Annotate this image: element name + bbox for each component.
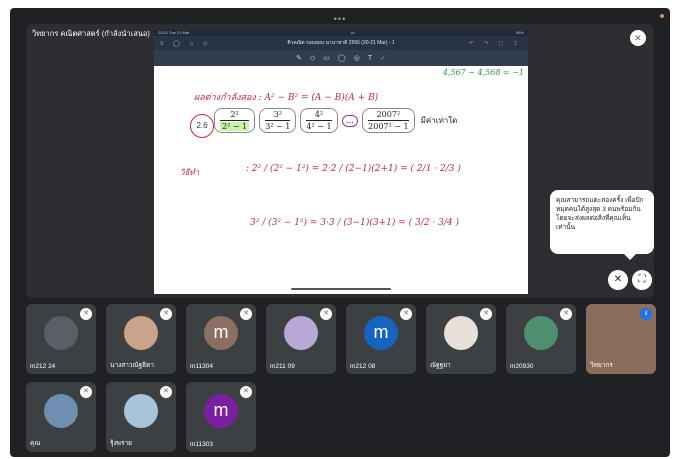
mic-off-icon: ✕: [80, 308, 92, 320]
mic-off-icon: ✕: [160, 308, 172, 320]
notes-nav-icons: ≡ ◯ ⌂ ◇: [160, 40, 212, 47]
color-icon: ✓: [380, 55, 386, 62]
avatar: [44, 316, 78, 351]
avatar: [444, 316, 478, 351]
mic-off-icon: ✕: [400, 308, 412, 320]
participant-name: วิทยากร: [590, 362, 613, 369]
participant-name: m20930: [510, 363, 534, 370]
fraction-1-num: 2²: [230, 110, 239, 119]
problem-expression: 2² 2² − 1 3² 3² − 1 4² 4² − 1 ... 2007² 2007…: [214, 108, 457, 133]
participant-tile[interactable]: ✕ m212 24: [26, 304, 96, 374]
mic-off-icon: ✕: [480, 308, 492, 320]
avatar: [44, 394, 78, 429]
notes-toolbar: ✎ ◇ ▭ ◯ ◎ T ✓: [154, 50, 528, 66]
window-dots[interactable]: •••: [10, 14, 670, 24]
solution-label: วิธีทำ: [180, 168, 200, 177]
avatar: m: [204, 394, 238, 429]
notes-title: ติวคณิต รอบสอบ นานาชาติ 2566 (20-21 Mar)…: [287, 40, 395, 46]
participant-tile[interactable]: m ✕ m11303: [186, 382, 256, 452]
participant-tile[interactable]: m ✕ m212 08: [346, 304, 416, 374]
shape-icon: ◎: [353, 55, 360, 62]
fraction-3-num: 4²: [314, 110, 324, 119]
participant-name: รุ้งพราย: [110, 440, 132, 447]
participant-tile[interactable]: ✕ ณัฐฐยา: [426, 304, 496, 374]
mic-off-icon: ✕: [80, 386, 92, 398]
recording-indicator: [660, 14, 664, 18]
fraction-3-den: 4² − 1: [306, 122, 332, 131]
presentation-tile[interactable]: วิทยากร คณิตศาสตร์ (กำลังนำเสนอ) ✕ 20:21…: [26, 24, 654, 298]
handwritten-note: 4,567 − 4,568 = −1: [442, 68, 524, 77]
fraction-2-num: 3²: [273, 110, 282, 119]
participant-tile[interactable]: ✕ รุ้งพราย: [106, 382, 176, 452]
avatar: [124, 394, 158, 429]
whiteboard-canvas: 4,567 − 4,568 = −1 ผลต่างกำลังสอง : A² −…: [154, 66, 528, 294]
avatar: m: [204, 316, 238, 351]
fraction-3: 4² 4² − 1: [300, 108, 338, 133]
meeting-window: ••• วิทยากร คณิตศาสตร์ (กำลังนำเสนอ) ✕ 2…: [10, 8, 670, 457]
notes-action-icons: ↶ ↷ ◻ ⇪: [468, 40, 522, 47]
home-indicator: [291, 288, 391, 290]
mic-off-icon: ✕: [320, 308, 332, 320]
problem-number: 2.6: [190, 114, 214, 138]
participant-name: m11303: [190, 441, 214, 448]
shared-screen: 20:21 Tue 21 Mar ••• 96% ≡ ◯ ⌂ ◇ ติวคณิต…: [154, 30, 528, 294]
fraction-1-den: 2² − 1: [220, 122, 250, 131]
presenter-name: วิทยากร คณิตศาสตร์ (กำลังนำเสนอ): [32, 29, 150, 38]
participant-tile[interactable]: ✕ m211 09: [266, 304, 336, 374]
handwritten-step-1: : 2² / (2² − 1²) = 2·2 / (2−1)(2+1) = ( …: [246, 164, 461, 174]
participant-tile[interactable]: ıl วิทยากร: [586, 304, 656, 374]
mic-off-icon: ✕: [560, 308, 572, 320]
participant-name: m211 09: [270, 363, 295, 370]
pin-tooltip: คุณสามารถแตะสองครั้ง เพื่อปักหมุดคนได้สู…: [550, 190, 654, 260]
participant-tile[interactable]: ✕ คุณ: [26, 382, 96, 452]
participant-name: m212 08: [350, 363, 376, 370]
participant-name: m11304: [190, 363, 214, 370]
mic-off-icon: ✕: [240, 386, 252, 398]
speaking-icon: ıl: [640, 308, 652, 320]
fraction-2: 3² 3² − 1: [259, 108, 297, 133]
avatar: [524, 316, 558, 351]
text-icon: T: [367, 54, 373, 62]
notes-titlebar: ≡ ◯ ⌂ ◇ ติวคณิต รอบสอบ นานาชาติ 2566 (20…: [154, 36, 528, 50]
highlighter-icon: ▭: [323, 55, 330, 62]
avatar: [124, 316, 158, 351]
participant-tile[interactable]: ✕ นางสาวณัฐธิดา: [106, 304, 176, 374]
participant-name: นางสาวณัฐธิดา: [110, 362, 154, 369]
pin-off-icon[interactable]: ✕: [608, 270, 628, 290]
problem-question: มีค่าเท่าใด: [420, 116, 458, 125]
fraction-1: 2² 2² − 1: [214, 108, 256, 133]
avatar: [284, 316, 318, 351]
fraction-2-den: 3² − 1: [265, 122, 291, 131]
participant-name: คุณ: [30, 440, 41, 447]
handwritten-step-2: 3² / (3² − 1²) = 3·3 / (3−1)(3+1) = ( 3/…: [250, 218, 459, 228]
fraction-4-num: 2007²: [376, 110, 401, 119]
fullscreen-icon[interactable]: ⛶: [632, 270, 652, 290]
avatar: m: [364, 316, 398, 351]
eraser-icon: ◇: [309, 55, 316, 62]
fraction-4: 2007² 2007² − 1: [362, 108, 415, 133]
participant-name: m212 24: [30, 363, 56, 370]
mic-off-icon: ✕: [630, 30, 646, 46]
participant-tile[interactable]: m ✕ m11304: [186, 304, 256, 374]
ellipsis: ...: [341, 114, 359, 127]
handwritten-formula: ผลต่างกำลังสอง : A² − B² = (A − B)(A + B…: [194, 93, 379, 103]
participant-name: ณัฐฐยา: [430, 362, 451, 369]
pen-icon: ✎: [296, 55, 302, 62]
participant-tile[interactable]: ✕ m20930: [506, 304, 576, 374]
mic-off-icon: ✕: [240, 308, 252, 320]
lasso-icon: ◯: [337, 55, 346, 62]
mic-off-icon: ✕: [160, 386, 172, 398]
fraction-4-den: 2007² − 1: [368, 122, 409, 131]
